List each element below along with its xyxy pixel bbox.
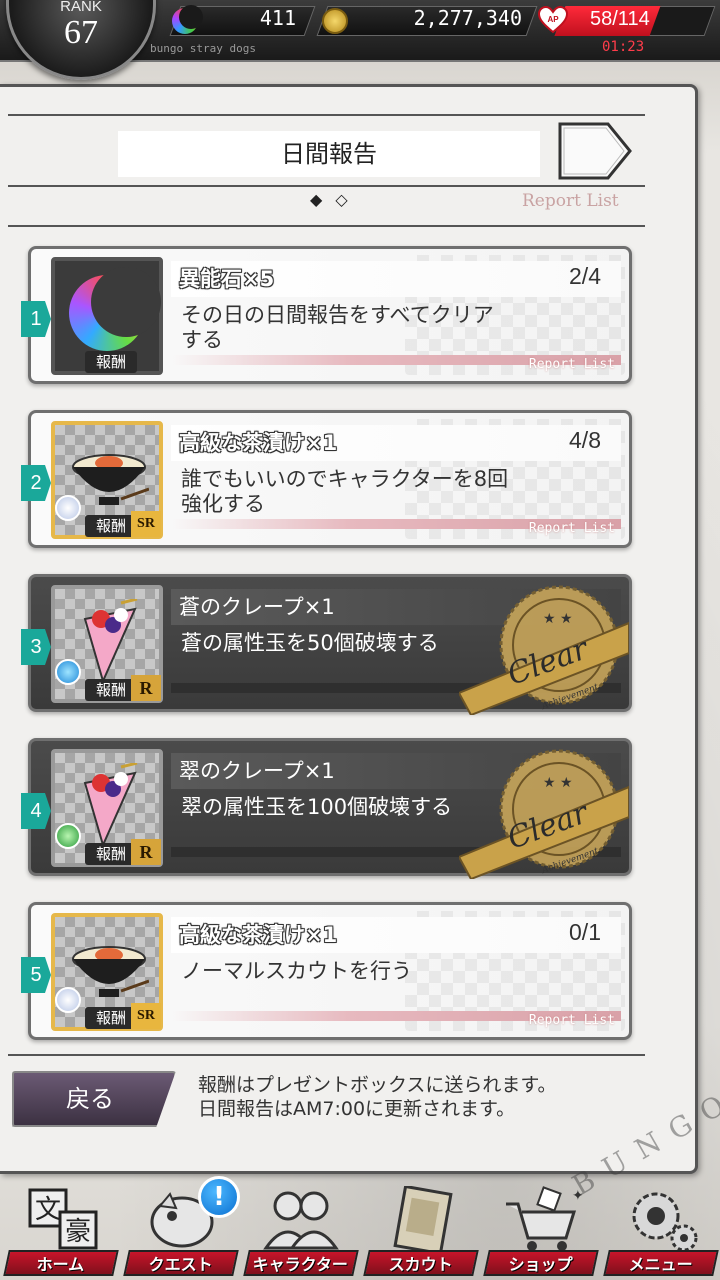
clear-stamp: ★ ★ Clear Achievement: [459, 749, 629, 879]
rarity-badge: R: [131, 839, 161, 865]
card-footer-text: Report List: [528, 1013, 615, 1028]
svg-text:★ ★: ★ ★: [543, 611, 573, 627]
quest-number: 1: [21, 301, 51, 337]
divider: [8, 114, 645, 116]
svg-text:✦: ✦: [572, 1188, 582, 1204]
quest-number: 5: [21, 957, 51, 993]
quest-description: 誰でもいいのでキャラクターを8回強化する: [181, 467, 509, 516]
coin-icon: [322, 8, 348, 34]
character-icon: [263, 1191, 339, 1250]
nav-label: キャラクター: [243, 1250, 359, 1276]
quest-number: 4: [21, 793, 51, 829]
reward-label: 報酬: [85, 351, 137, 373]
svg-text:AP: AP: [547, 15, 559, 24]
back-button[interactable]: 戻る: [12, 1071, 176, 1127]
rarity-badge: SR: [131, 1003, 161, 1029]
quest-progress: 2/4: [569, 263, 601, 289]
quest-progress: 4/8: [569, 427, 601, 453]
quest-reward-title: 蒼のクレープ×1: [179, 595, 335, 619]
rarity-badge: R: [131, 675, 161, 701]
quest-alert-badge: !: [198, 1176, 240, 1218]
quest-description: その日の日間報告をすべてクリアする: [181, 303, 494, 352]
card-footer-text: Report List: [528, 357, 615, 372]
nav-label: ショップ: [483, 1250, 599, 1276]
notice-line-2: 日間報告はAM7:00に更新されます。: [198, 1098, 516, 1120]
reward-label: 報酬: [85, 679, 137, 701]
notice-line-1: 報酬はプレゼントボックスに送られます。: [198, 1074, 557, 1096]
nav-home[interactable]: 文 豪 ホーム: [3, 1186, 119, 1280]
reward-item-frame: 報酬 SR: [51, 421, 163, 539]
chazuke-bowl-icon: [72, 454, 149, 505]
heart-icon: AP: [538, 6, 568, 34]
report-list-link[interactable]: Report List: [522, 191, 619, 211]
coins-count: 2,277,340: [413, 6, 522, 30]
nav-label: スカウト: [363, 1250, 479, 1276]
nav-label: クエスト: [123, 1250, 239, 1276]
scout-icon: [393, 1186, 453, 1256]
quest-card-3[interactable]: 3 報酬 R 蒼のクレープ×1 蒼の属性玉を50個破壊する ★ ★ Clear …: [21, 574, 632, 715]
quest-reward-title: 高級な茶漬け×1: [179, 923, 338, 947]
reward-label: 報酬: [85, 843, 137, 865]
svg-text:★ ★: ★ ★: [543, 775, 573, 791]
game-subtitle: bungo stray dogs: [150, 42, 256, 55]
blue-element-orb-icon: [55, 659, 81, 685]
quest-number: 3: [21, 629, 51, 665]
divider: [8, 185, 645, 187]
quest-card-5[interactable]: 5 報酬 SR 高級な茶漬け×1 0/1 ノーマルスカウトを行う Report …: [21, 902, 632, 1040]
element-orb-icon: [55, 987, 81, 1013]
reward-item-frame: 報酬 R: [51, 749, 163, 867]
nav-character[interactable]: キャラクター: [243, 1186, 359, 1280]
green-element-orb-icon: [55, 823, 81, 849]
gear-icon: [632, 1192, 698, 1252]
stamina-value: 58/114: [590, 8, 650, 30]
shop-cart-icon: ✦: [506, 1186, 582, 1251]
svg-text:豪: 豪: [65, 1217, 91, 1247]
rank-label: RANK: [60, 0, 102, 15]
quest-reward-title: 異能石×5: [179, 267, 275, 291]
reward-label: 報酬: [85, 515, 137, 537]
stones-count: 411: [259, 6, 296, 30]
reward-item-frame: 報酬: [51, 257, 163, 375]
quest-reward-title: 高級な茶漬け×1: [179, 431, 338, 455]
reward-item-frame: 報酬 SR: [51, 913, 163, 1031]
reward-item-frame: 報酬 R: [51, 585, 163, 703]
clear-stamp: ★ ★ Clear Achievement: [459, 585, 629, 715]
crepe-icon: [83, 763, 138, 847]
quest-card-1[interactable]: 1 報酬 異能石×5 2/4 その日の日間報告をすべてクリアする Report …: [21, 246, 632, 384]
nav-shop[interactable]: ✦ ショップ: [483, 1186, 599, 1280]
quest-reward-title: 翠のクレープ×1: [179, 759, 335, 783]
page-indicator: ◆ ◇: [310, 190, 352, 209]
rarity-badge: SR: [131, 511, 161, 537]
page-title: 日間報告: [118, 131, 540, 177]
quest-description: ノーマルスカウトを行う: [181, 959, 412, 983]
ability-stone-icon: [172, 5, 203, 34]
notice-text: 報酬はプレゼントボックスに送られます。 日間報告はAM7:00に更新されます。: [198, 1073, 557, 1121]
reward-label: 報酬: [85, 1007, 137, 1029]
divider: [8, 1054, 645, 1056]
crepe-icon: [83, 599, 138, 683]
stamina-timer: 01:23: [602, 39, 645, 55]
svg-text:文: 文: [35, 1195, 61, 1225]
element-orb-icon: [55, 495, 81, 521]
divider: [8, 225, 645, 227]
card-footer-text: Report List: [528, 521, 615, 536]
ability-stone-icon: [69, 267, 161, 351]
quest-card-4[interactable]: 4 報酬 R 翠のクレープ×1 翠の属性玉を100個破壊する ★ ★ Clear…: [21, 738, 632, 879]
next-page-button[interactable]: [558, 120, 634, 182]
nav-label: メニュー: [603, 1250, 719, 1276]
home-icon: 文 豪: [28, 1188, 98, 1250]
quest-progress: 0/1: [569, 919, 601, 945]
nav-scout[interactable]: スカウト: [363, 1186, 479, 1280]
chazuke-bowl-icon: [72, 946, 149, 997]
rank-value: 67: [64, 14, 98, 51]
quest-number: 2: [21, 465, 51, 501]
nav-label: ホーム: [3, 1250, 119, 1276]
nav-menu[interactable]: メニュー: [603, 1186, 719, 1280]
quest-card-2[interactable]: 2 報酬 SR 高級な茶漬け×1 4/8 誰でもいいのでキャラクターを8回強化す…: [21, 410, 632, 548]
